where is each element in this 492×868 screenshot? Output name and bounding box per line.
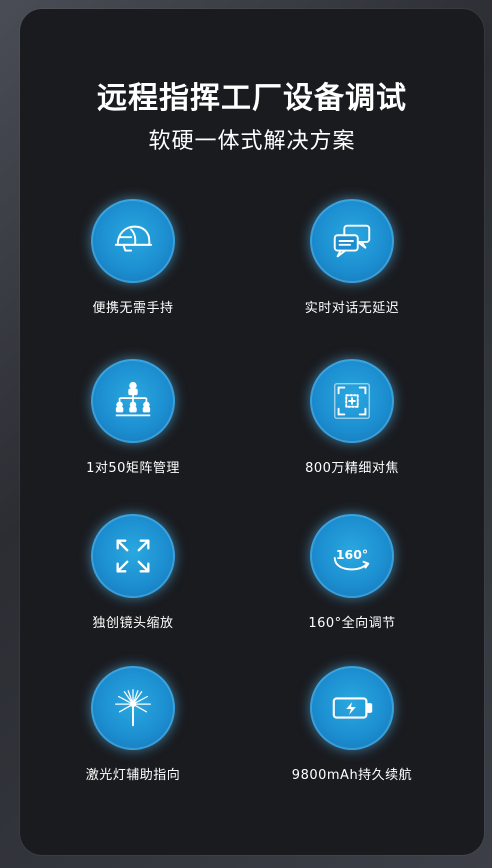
feature-fine-focus: 800万精细对焦 bbox=[242, 359, 462, 476]
feature-label: 9800mAh持久续航 bbox=[291, 768, 413, 783]
feature-hands-free: 便携无需手持 bbox=[23, 199, 243, 316]
feature-label: 独创镜头缩放 bbox=[92, 616, 174, 631]
feature-label: 160°全向调节 bbox=[308, 616, 396, 631]
feature-label: 便携无需手持 bbox=[92, 301, 174, 316]
expand-arrows-icon bbox=[91, 514, 175, 598]
feature-label: 800万精细对焦 bbox=[305, 461, 399, 476]
rotate-160-text: 160° bbox=[336, 547, 368, 562]
chat-bubbles-icon bbox=[310, 199, 394, 283]
feature-battery: 9800mAh持久续航 bbox=[242, 666, 462, 783]
feature-matrix-management: 1对50矩阵管理 bbox=[23, 359, 243, 476]
focus-target-icon bbox=[310, 359, 394, 443]
page-subtitle: 软硬一体式解决方案 bbox=[148, 129, 356, 154]
rotate-160-icon: 160° bbox=[310, 514, 394, 598]
feature-label: 实时对话无延迟 bbox=[304, 301, 400, 316]
helmet-icon bbox=[91, 199, 175, 283]
feature-omni-adjust: 160° 160°全向调节 bbox=[242, 514, 462, 631]
feature-lens-zoom: 独创镜头缩放 bbox=[23, 514, 243, 631]
org-chart-icon bbox=[91, 359, 175, 443]
feature-label: 1对50矩阵管理 bbox=[86, 461, 180, 476]
feature-label: 激光灯辅助指向 bbox=[85, 768, 181, 783]
battery-icon bbox=[310, 666, 394, 750]
page-title: 远程指挥工厂设备调试 bbox=[97, 81, 407, 116]
feature-laser-pointer: 激光灯辅助指向 bbox=[23, 666, 243, 783]
laser-burst-icon bbox=[91, 666, 175, 750]
feature-card: 远程指挥工厂设备调试 软硬一体式解决方案 便携无需手持 实时对话无延迟 1对50… bbox=[20, 9, 484, 855]
feature-realtime-chat: 实时对话无延迟 bbox=[242, 199, 462, 316]
